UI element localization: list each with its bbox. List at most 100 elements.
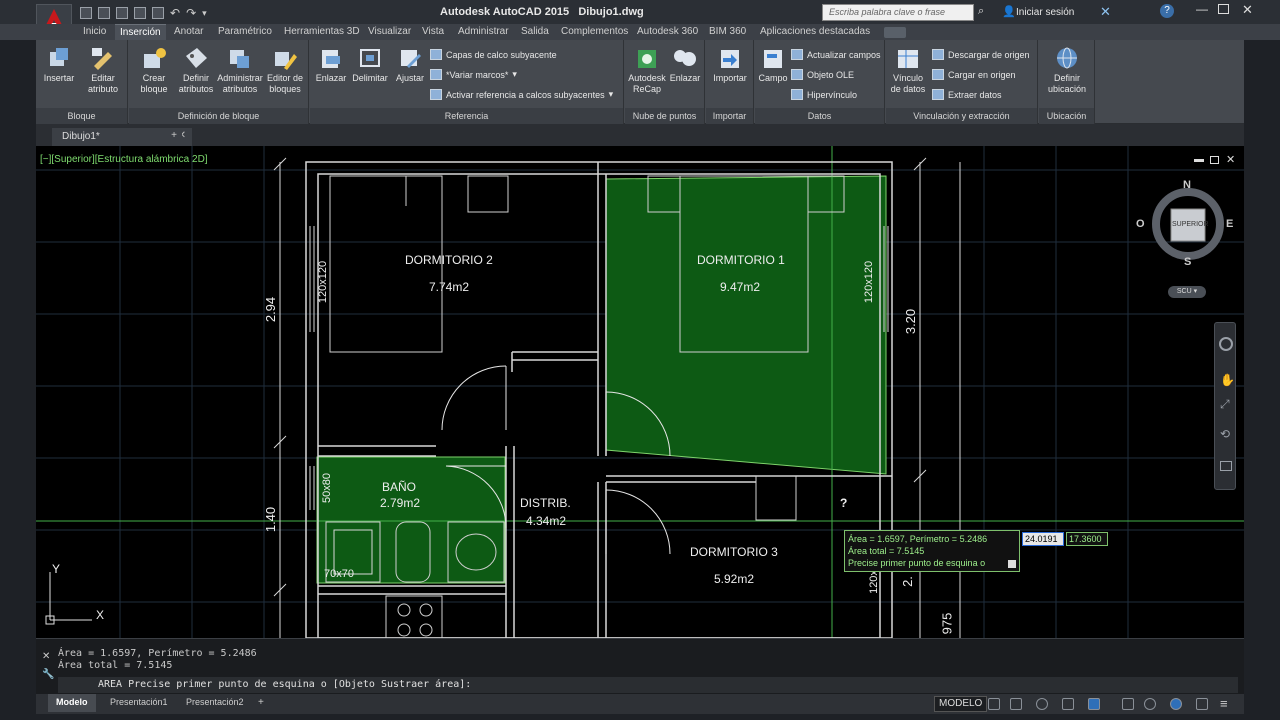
object-snap-tracking-icon[interactable] xyxy=(1088,698,1100,710)
viewport-controls-label[interactable]: [−][Superior][Estructura alámbrica 2D] xyxy=(40,154,208,165)
customize-command-icon[interactable]: 🔧 xyxy=(42,669,54,680)
tooltip-options-icon[interactable] xyxy=(1008,560,1016,568)
download-from-source-button[interactable]: Descargar de origen xyxy=(932,49,1030,60)
viewcube-top-face[interactable]: SUPERIOR xyxy=(1172,221,1209,228)
compass-east[interactable]: E xyxy=(1226,218,1233,230)
polar-tracking-icon[interactable] xyxy=(1036,698,1048,710)
tab-herramientas-3d[interactable]: Herramientas 3D xyxy=(284,24,360,40)
grid-toggle-icon[interactable] xyxy=(988,698,1000,710)
close-command-icon[interactable]: ✕ xyxy=(42,651,50,662)
customize-menu-icon[interactable]: ≡ xyxy=(1220,696,1228,711)
ucs-menu-button[interactable]: SCU ▾ xyxy=(1168,286,1206,298)
viewport-close-icon[interactable]: ✕ xyxy=(1226,153,1235,166)
compass-north[interactable]: N xyxy=(1183,179,1191,191)
search-input[interactable]: Escriba palabra clave o frase xyxy=(822,4,974,21)
panel-title-bloque[interactable]: Bloque xyxy=(36,108,127,124)
minimize-icon[interactable]: — xyxy=(1196,2,1208,16)
panel-title-vinculacion[interactable]: Vinculación y extracción xyxy=(886,108,1037,124)
insert-button[interactable]: Insertar xyxy=(40,46,78,84)
adjust-button[interactable]: Ajustar xyxy=(392,46,428,84)
compass-west[interactable]: O xyxy=(1136,218,1145,230)
compass-south[interactable]: S xyxy=(1184,256,1191,268)
update-fields-button[interactable]: Actualizar campos xyxy=(791,49,881,60)
autodesk-recap-button[interactable]: Autodesk ReCap xyxy=(627,46,667,95)
model-space-toggle[interactable]: MODELO xyxy=(934,696,988,712)
tab-insercion[interactable]: Inserción xyxy=(115,24,166,40)
workspace-switch-icon[interactable] xyxy=(1144,698,1156,710)
extract-data-button[interactable]: Extraer datos xyxy=(932,89,1002,100)
new-tab-button[interactable]: + xyxy=(166,130,182,144)
sign-in-button[interactable]: Iniciar sesión xyxy=(1016,7,1074,18)
import-button[interactable]: Importar xyxy=(708,46,752,84)
showmotion-icon[interactable] xyxy=(1220,461,1232,471)
upload-to-source-button[interactable]: Cargar en origen xyxy=(932,69,1016,80)
underlay-layers-button[interactable]: Capas de calco subyacente xyxy=(430,49,557,60)
tab-complementos[interactable]: Complementos xyxy=(561,24,628,40)
viewport-minimize-icon[interactable]: ▬ xyxy=(1194,154,1204,165)
restore-icon[interactable] xyxy=(1218,4,1229,14)
exchange-icon[interactable]: ✕ xyxy=(1100,4,1111,20)
pan-icon[interactable]: ✋ xyxy=(1220,373,1235,387)
attach-button[interactable]: Enlazar xyxy=(314,46,348,84)
save-icon[interactable] xyxy=(116,7,128,19)
x-coordinate-input[interactable]: 24.0191 xyxy=(1022,532,1064,546)
point-cloud-attach-button[interactable]: Enlazar xyxy=(667,46,703,84)
tab-bim-360[interactable]: BIM 360 xyxy=(709,24,746,40)
annotation-scale-icon[interactable] xyxy=(1122,698,1134,710)
snap-to-underlays-button[interactable]: Activar referencia a calcos subyacentes ▾ xyxy=(430,89,613,100)
y-coordinate-input[interactable]: 17.3600 xyxy=(1066,532,1108,546)
isodraft-icon[interactable] xyxy=(1062,698,1074,710)
tab-visualizar[interactable]: Visualizar xyxy=(368,24,411,40)
print-icon[interactable] xyxy=(152,7,164,19)
set-location-button[interactable]: Definir ubicación xyxy=(1041,46,1093,95)
redo-icon[interactable]: ↷ xyxy=(186,6,196,20)
tab-parametrico[interactable]: Paramétrico xyxy=(218,24,272,40)
new-icon[interactable] xyxy=(80,7,92,19)
tab-autodesk-360[interactable]: Autodesk 360 xyxy=(637,24,698,40)
clip-button[interactable]: Delimitar xyxy=(348,46,392,84)
layout-tab-presentacion1[interactable]: Presentación1 xyxy=(102,694,176,712)
panel-title-importar[interactable]: Importar xyxy=(706,108,753,124)
panel-title-nube[interactable]: Nube de puntos xyxy=(625,108,704,124)
define-attributes-button[interactable]: Definir atributos xyxy=(175,46,217,95)
tab-anotar[interactable]: Anotar xyxy=(174,24,203,40)
edit-attribute-button[interactable]: Editar atributo xyxy=(80,46,126,95)
frames-vary-dropdown[interactable]: *Variar marcos* ▾ xyxy=(430,69,517,80)
viewport-restore-icon[interactable] xyxy=(1210,156,1219,164)
open-icon[interactable] xyxy=(98,7,110,19)
help-icon[interactable]: ? xyxy=(1160,4,1174,18)
create-block-button[interactable]: Crear bloque xyxy=(133,46,175,95)
add-layout-button[interactable]: + xyxy=(258,697,264,708)
tab-salida[interactable]: Salida xyxy=(521,24,549,40)
command-input[interactable]: AREA Precise primer punto de esquina o [… xyxy=(58,677,1238,693)
panel-title-referencia[interactable]: Referencia xyxy=(310,108,623,124)
panel-title-definicion[interactable]: Definición de bloque xyxy=(129,108,308,124)
isolate-objects-icon[interactable] xyxy=(1170,698,1182,710)
close-icon[interactable]: ✕ xyxy=(1242,2,1253,18)
search-icon[interactable]: ⌕ xyxy=(978,5,984,18)
qat-dropdown-icon[interactable]: ▾ xyxy=(202,8,207,19)
save-as-icon[interactable] xyxy=(134,7,146,19)
block-editor-button[interactable]: Editor de bloques xyxy=(263,46,307,95)
clean-screen-icon[interactable] xyxy=(1196,698,1208,710)
zoom-extents-icon[interactable]: ⤢ xyxy=(1220,397,1230,412)
layout-tab-presentacion2[interactable]: Presentación2 xyxy=(178,694,252,712)
panel-title-datos[interactable]: Datos xyxy=(755,108,884,124)
tab-administrar[interactable]: Administrar xyxy=(458,24,509,40)
drawing-viewport[interactable]: [−][Superior][Estructura alámbrica 2D] D… xyxy=(36,146,1244,638)
steering-wheel-icon[interactable] xyxy=(1219,337,1233,351)
tab-inicio[interactable]: Inicio xyxy=(83,24,106,40)
undo-icon[interactable]: ↶ xyxy=(170,6,180,20)
layout-tab-modelo[interactable]: Modelo xyxy=(48,694,96,712)
tab-vista[interactable]: Vista xyxy=(422,24,444,40)
user-icon[interactable]: 👤 xyxy=(1002,5,1016,18)
ole-object-button[interactable]: Objeto OLE xyxy=(791,69,854,80)
ribbon-options-icon[interactable] xyxy=(884,27,906,38)
hyperlink-button[interactable]: Hipervínculo xyxy=(791,89,857,100)
data-link-button[interactable]: Vínculo de datos xyxy=(888,46,928,95)
orbit-icon[interactable]: ⟲ xyxy=(1220,427,1230,441)
tab-aplicaciones-destacadas[interactable]: Aplicaciones destacadas xyxy=(760,24,870,40)
panel-title-ubicacion[interactable]: Ubicación xyxy=(1039,108,1094,124)
snap-toggle-icon[interactable] xyxy=(1010,698,1022,710)
manage-attributes-button[interactable]: Administrar atributos xyxy=(217,46,263,95)
